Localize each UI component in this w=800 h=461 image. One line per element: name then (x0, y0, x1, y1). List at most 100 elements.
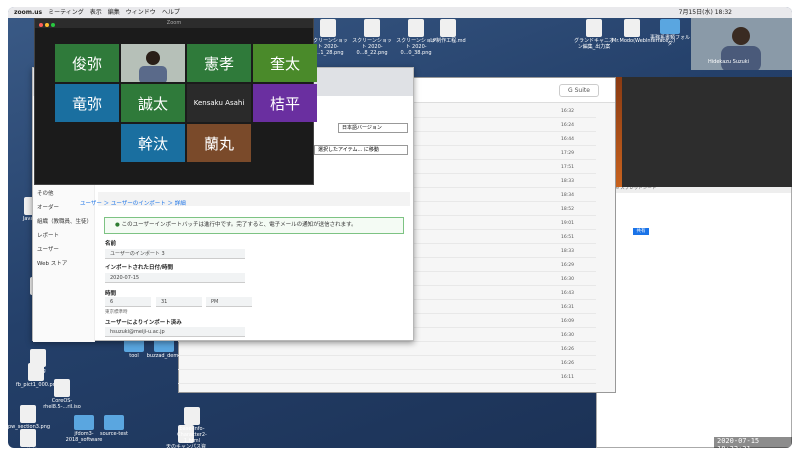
desktop-icon-label: base-info-Character2-1.html (177, 426, 207, 444)
file-icon (624, 19, 640, 37)
admin-nav-item[interactable]: ユーザー (33, 242, 94, 256)
desktop-icon[interactable]: LP制作工程.md (428, 19, 468, 44)
file-icon (440, 19, 456, 37)
move-to-select[interactable]: 選択したアイテム... に移動 (314, 145, 408, 155)
mail-time: 16:26 (561, 361, 574, 366)
file-icon (54, 379, 70, 397)
participant-tile[interactable]: 竜弥 (55, 84, 119, 122)
mail-time: 16:30 (561, 277, 574, 282)
mail-row[interactable]: 16:26 (178, 359, 596, 370)
desktop-icon[interactable]: source-test (94, 415, 134, 437)
file-icon (20, 405, 36, 423)
participant-tile[interactable]: 誠太 (121, 84, 185, 122)
admin-nav-item[interactable]: その他 (33, 186, 94, 200)
language-select[interactable]: 日本語バージョン (338, 123, 408, 133)
participant-tile[interactable]: 蘭丸 (187, 124, 251, 162)
participant-tile[interactable]: 桔平 (253, 84, 317, 122)
name-field[interactable]: ユーザーのインポート 3 (105, 249, 245, 259)
breadcrumb[interactable]: ユーザー ＞ ユーザーのインポート ＞ 詳細 (80, 199, 186, 207)
mail-time: 16:43 (561, 291, 574, 296)
participant-name: Kensaku Asahi (193, 99, 245, 107)
importer-field: hsuzuki@meiji-u.ac.jp (105, 327, 245, 337)
participant-name: 蘭丸 (203, 134, 234, 153)
desktop-icon-label: 天のキャンパス資料 2020.pdf (166, 444, 207, 448)
menu-item[interactable]: ミーティング (48, 9, 84, 16)
participant-tile[interactable]: 憲孝 (187, 44, 251, 82)
file-icon (104, 415, 124, 430)
participant-video[interactable] (121, 44, 185, 82)
status-notice: ● このユーザーインポートバッチは進行中です。完了すると、電子メールの通知が送信… (104, 217, 404, 234)
date-field[interactable]: 2020-07-15 (105, 273, 245, 283)
participant-tile[interactable]: 俊弥 (55, 44, 119, 82)
file-icon (74, 415, 94, 430)
mail-time: 17:51 (561, 165, 574, 170)
menu-item[interactable]: ウィンドウ (126, 9, 156, 16)
file-icon (320, 19, 336, 37)
participant-tile[interactable]: Kensaku Asahi (187, 84, 251, 122)
importer-label: ユーザーによりインポート済み (105, 320, 182, 326)
date-label: インポートされた日付/時間 (105, 265, 174, 271)
mail-time: 18:33 (561, 179, 574, 184)
timestamp: 2020-07-15 18:32:31 (714, 437, 792, 448)
menu-item[interactable]: zoom.us (14, 9, 42, 16)
desktop-icon-label: LP制作工程.md (430, 38, 466, 44)
mail-time: 16:24 (561, 123, 574, 128)
admin-nav-item[interactable]: レポート (33, 228, 94, 242)
zoom-titlebar: Zoom (35, 19, 313, 28)
desktop-icon[interactable]: Pepper資料.jpg (8, 429, 48, 448)
gsuite-logo[interactable]: G Suite (559, 84, 599, 97)
desktop-icon[interactable]: CoreOS-rhel8.5-...ril.iso (42, 379, 82, 410)
desktop-icon[interactable]: pw_section3.png (8, 405, 50, 430)
mail-time: 19:01 (561, 221, 574, 226)
mail-time: 16:26 (561, 347, 574, 352)
mail-time: 18:52 (561, 207, 574, 212)
file-icon (364, 19, 380, 37)
person-video-icon (121, 44, 185, 82)
zoom-window: Zoom 俊弥 憲孝 奎太竜弥 誠太 Kensaku Asahi 桔平幹汰 蘭丸 (34, 18, 317, 185)
admin-nav-item[interactable]: Web ストア (33, 256, 94, 270)
mail-time: 16:31 (561, 305, 574, 310)
participant-name: 憲孝 (203, 54, 234, 73)
mail-time: 18:34 (561, 193, 574, 198)
desktop-icon-label: スクリーンショット 2020-0...8_22.png (352, 38, 392, 56)
mail-time: 16:32 (561, 109, 574, 114)
desktop-icon-label: グランドキャニオン編集_出力案 (574, 38, 615, 50)
desktop-icon[interactable]: 事務系書類フォルダ (650, 19, 690, 47)
participant-name: 桔平 (269, 94, 300, 113)
mail-time: 16:30 (561, 333, 574, 338)
desktop-icon[interactable]: グランドキャニオン編集_出力案 (574, 19, 614, 50)
share-button[interactable]: 共有 (633, 228, 649, 235)
participant-tile[interactable]: 幹汰 (121, 124, 185, 162)
admin-nav-item[interactable]: 組織（教職員、生徒） (33, 214, 94, 228)
desktop: zoom.us ミーティング 表示 編集 ウィンドウ ヘルプ 7月15日(水) 18:32… (8, 7, 792, 448)
desktop-icon-label: source-test (99, 431, 128, 437)
file-icon (660, 19, 680, 34)
minute-select[interactable]: 31 (156, 297, 202, 307)
participant-name: 竜弥 (71, 94, 102, 113)
menu-item[interactable]: ヘルプ (162, 9, 180, 16)
participant-name: 俊弥 (71, 54, 102, 73)
mail-time: 18:33 (561, 249, 574, 254)
participant-tile[interactable]: 奎太 (253, 44, 317, 82)
dark-window (604, 77, 792, 187)
desktop-icon[interactable]: スクリーンショット 2020-0...8_22.png (352, 19, 392, 56)
mail-row[interactable]: 16:11 (178, 373, 596, 384)
mail-time: 17:29 (561, 151, 574, 156)
file-icon (408, 19, 424, 37)
video-name: Hidekazu Suzuki (708, 59, 750, 65)
timezone-text: 東京標準時 (105, 310, 128, 315)
file-icon (20, 429, 36, 447)
menu-bar: zoom.us ミーティング 表示 編集 ウィンドウ ヘルプ (8, 7, 792, 18)
hour-select[interactable]: 6 (105, 297, 151, 307)
desktop-icon-label: CoreOS-rhel8.5-...ril.iso (43, 398, 81, 410)
mail-row[interactable]: 16:26 (178, 345, 596, 356)
participant-name: 誠太 (137, 94, 168, 113)
desktop-icon-label: 事務系書類フォルダ (650, 35, 691, 47)
name-label: 名前 (105, 241, 117, 247)
menu-item[interactable]: 編集 (108, 9, 120, 16)
ampm-select[interactable]: PM (206, 297, 252, 307)
menu-item[interactable]: 表示 (90, 9, 102, 16)
spreadsheet-window: Google スプレッドシート 共有 (596, 183, 792, 448)
desktop-icon[interactable]: base-info-Character2-1.html (172, 407, 212, 444)
desktop-icon[interactable]: Mr.Modo(WebInterface...) (612, 19, 675, 44)
